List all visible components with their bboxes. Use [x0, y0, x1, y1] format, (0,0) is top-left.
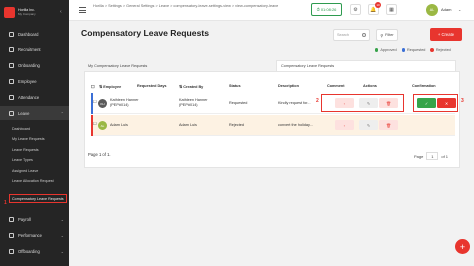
onboarding-icon [9, 62, 14, 68]
header-employee[interactable]: ⇅ Employee [99, 84, 121, 89]
requests-table: ☐ ⇅ Employee Requested Days ⇅ Created By… [84, 71, 464, 168]
create-button[interactable]: + Create [430, 28, 462, 41]
performance-icon [9, 232, 14, 238]
tab-compensatory-leave-requests[interactable]: Compensatory Leave Requests [276, 60, 456, 71]
sidebar-item-payroll[interactable]: Payroll ⌄ [0, 212, 69, 226]
avatar: KH [98, 99, 107, 108]
user-avatar[interactable]: AL [426, 4, 438, 16]
sidebar-item-dashboard[interactable]: Dashboard [0, 27, 69, 41]
company-subtitle: My Company [18, 12, 36, 17]
search-icon [362, 33, 366, 37]
leave-sub-allocation-request[interactable]: Leave Allocation Request [12, 179, 62, 183]
pagination: Page 1 of 1 [414, 152, 449, 160]
trash-icon: 🗑 [385, 122, 392, 128]
table-row[interactable]: ☐ AL Adam Luis Adam Luis Rejected conver… [91, 115, 455, 136]
company-logo-icon [4, 6, 15, 18]
rejected-dot-icon [430, 48, 434, 52]
sidebar-item-onboarding[interactable]: Onboarding [0, 58, 69, 72]
leave-sub-assigned-leave[interactable]: Assigned Leave [12, 169, 38, 173]
tab-bar: My Compensatory Leave Requests Compensat… [84, 60, 460, 71]
employee-name: Adam Luis [110, 123, 128, 127]
header-confirmation: Confirmation [412, 84, 436, 88]
recruitment-icon [9, 46, 14, 52]
settings-gear-icon[interactable]: ⚙ [350, 4, 361, 15]
status-text: Requested [229, 101, 248, 105]
leave-sub-dashboard[interactable]: Dashboard [12, 127, 30, 131]
sidebar-item-leave[interactable]: Leave ⌃ [0, 106, 69, 120]
header-requested-days[interactable]: Requested Days [137, 84, 167, 88]
sidebar-item-recruitment[interactable]: Recruitment [0, 42, 69, 56]
payroll-icon [9, 216, 14, 222]
chevron-up-icon: ⌃ [60, 110, 64, 116]
header-select-all[interactable]: ☐ [91, 84, 94, 89]
created-by: Kathleen Hanner (PEP#014) [179, 98, 208, 107]
chevron-down-icon: ⌄ [60, 216, 64, 222]
company-logo[interactable]: Horilla Inc. My Company [4, 4, 66, 20]
avatar: AL [98, 121, 107, 130]
comment-actions-highlight [321, 94, 404, 112]
status-legend: Approved Requested Rejected [370, 48, 451, 52]
tab-my-compensatory-leave-requests[interactable]: My Compensatory Leave Requests [84, 60, 274, 71]
sidebar: Horilla Inc. My Company ‹ Dashboard Recr… [0, 0, 69, 266]
offboarding-icon [9, 248, 14, 254]
leave-sub-leave-requests[interactable]: Leave Requests [12, 148, 39, 152]
header-status: Status [229, 84, 241, 88]
comment-button[interactable]: ▫ [335, 120, 354, 130]
filter-icon: ⚲ [380, 33, 384, 38]
leave-sub-compensatory-leave-requests[interactable]: Compensatory Leave Requests [9, 194, 67, 204]
employee-name: Kathleen Hanner (PEP#014) [110, 98, 139, 107]
description-text: Kindly request for... [278, 101, 311, 105]
header-comment: Comment [327, 84, 345, 88]
sidebar-item-employee[interactable]: Employee [0, 74, 69, 88]
chevron-down-icon: ⌄ [60, 232, 64, 238]
sidebar-item-attendance[interactable]: Attendance [0, 90, 69, 104]
collapse-sidebar-icon[interactable]: ‹ [60, 9, 62, 15]
page-info: Page 1 of 1. [88, 152, 111, 157]
step-marker-2: 2 [316, 98, 319, 104]
breadcrumb[interactable]: Horilla > Settings > General Settings > … [93, 4, 303, 9]
row-checkbox[interactable]: ☐ [93, 100, 96, 105]
confirmation-highlight [413, 94, 458, 112]
edit-icon: ✎ [366, 122, 371, 128]
employee-icon [9, 78, 14, 84]
apps-grid-icon[interactable]: ▦ [386, 4, 397, 15]
description-text: convert the holiday... [278, 123, 313, 127]
search-input[interactable]: Search [333, 29, 370, 41]
chevron-down-icon[interactable]: ⌄ [458, 7, 461, 12]
step-marker-3: 3 [461, 98, 464, 104]
notification-count-badge: 10 [375, 2, 381, 8]
user-name[interactable]: Adam [441, 7, 451, 12]
page-title: Compensatory Leave Requests [81, 28, 209, 38]
delete-button[interactable]: 🗑 [379, 120, 398, 130]
filter-button[interactable]: ⚲ Filter [376, 29, 398, 41]
topbar: Horilla > Settings > General Settings > … [69, 0, 474, 21]
attendance-icon [9, 94, 14, 100]
header-description: Description [278, 84, 299, 88]
header-actions: Actions [363, 84, 377, 88]
page-number-input[interactable]: 1 [426, 152, 439, 160]
comment-icon: ▫ [343, 122, 346, 128]
attendance-timer-button[interactable]: ⏱ 01:08:26 [311, 3, 342, 16]
step-marker-1: 1 [4, 200, 7, 206]
leave-sub-my-leave-requests[interactable]: My Leave Requests [12, 137, 45, 141]
hamburger-menu-icon[interactable] [79, 7, 86, 13]
created-by: Adam Luis [179, 123, 197, 127]
floating-add-button[interactable]: + [455, 239, 470, 254]
header-created-by[interactable]: ⇅ Created By [179, 84, 203, 89]
chevron-down-icon: ⌄ [60, 248, 64, 254]
sidebar-item-performance[interactable]: Performance ⌄ [0, 228, 69, 242]
leave-sub-leave-types[interactable]: Leave Types [12, 158, 33, 162]
requested-dot-icon [401, 48, 406, 52]
dashboard-icon [9, 31, 14, 37]
row-checkbox[interactable]: ☐ [93, 122, 96, 127]
status-text: Rejected [229, 123, 244, 127]
sidebar-item-offboarding[interactable]: Offboarding ⌄ [0, 244, 69, 258]
approved-dot-icon [375, 48, 379, 52]
leave-icon [9, 110, 14, 116]
edit-button[interactable]: ✎ [359, 120, 378, 130]
notification-bell-icon[interactable]: 🔔 10 [368, 2, 381, 15]
